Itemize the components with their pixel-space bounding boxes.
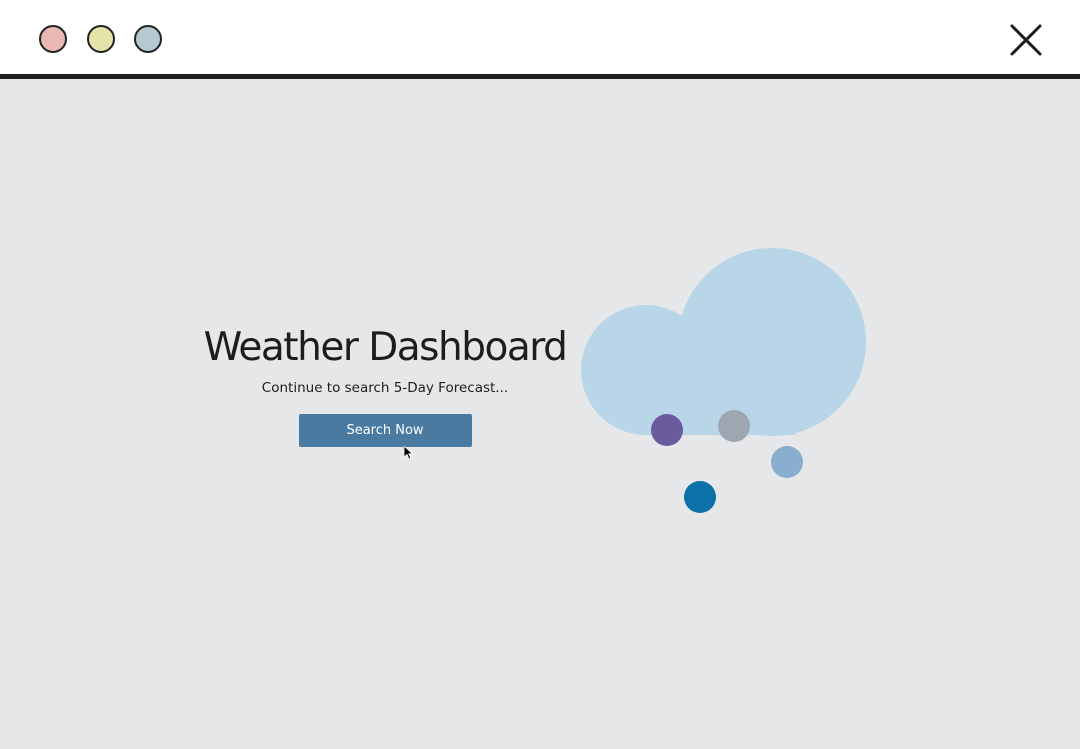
hero-section: Weather Dashboard Continue to search 5-D… (195, 324, 575, 447)
window-dot-blue[interactable] (134, 25, 162, 53)
raindrop-icon (684, 481, 716, 513)
raindrop-icon (651, 414, 683, 446)
mouse-pointer-icon (403, 445, 414, 464)
page-title: Weather Dashboard (203, 325, 568, 370)
search-now-button[interactable]: Search Now (298, 414, 472, 447)
title-bar (0, 0, 1080, 74)
raindrop-icon (771, 446, 803, 478)
cloud-icon (581, 248, 866, 436)
main-content: Weather Dashboard Continue to search 5-D… (0, 79, 1080, 749)
page-subtitle: Continue to search 5-Day Forecast... (261, 380, 509, 396)
window-dot-red[interactable] (39, 25, 67, 53)
close-icon[interactable] (1008, 22, 1044, 58)
raindrop-icon (718, 410, 750, 442)
window-dot-yellow[interactable] (87, 25, 115, 53)
app-window: Weather Dashboard Continue to search 5-D… (0, 0, 1080, 749)
